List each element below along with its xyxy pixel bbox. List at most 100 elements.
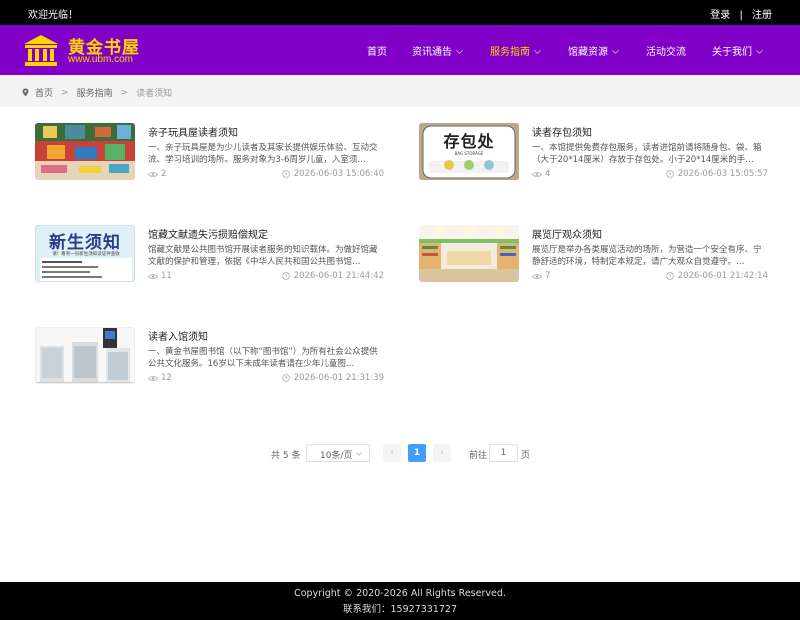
article-title[interactable]: 馆藏文献遗失污损赔偿规定	[148, 226, 268, 241]
publish-date: 2026-06-01 21:31:39	[281, 373, 384, 383]
nav-item-label: 活动交流	[646, 47, 686, 58]
nav-item-news[interactable]: 资讯通告	[412, 43, 464, 58]
view-count: 12	[148, 373, 172, 383]
goto-unit: 页	[521, 451, 531, 461]
eye-icon	[148, 273, 158, 279]
article-card[interactable]: 存包处 BAG STORAGE 读者存包须知 一、本馆提供免费存包服务，读者进馆…	[419, 123, 769, 185]
eye-icon	[532, 171, 542, 177]
breadcrumb: 首页 > 服务指南 > 读者须知	[22, 86, 172, 99]
auth-separator: |	[739, 10, 743, 21]
prev-page-button[interactable]: ‹	[383, 444, 401, 462]
eye-icon	[532, 273, 542, 279]
article-summary: 一、亲子玩具屋是为少儿读者及其家长提供娱乐体验、互动交流、学习培训的场所。服务对…	[148, 143, 378, 165]
next-page-button[interactable]: ›	[433, 444, 451, 462]
bag-storage-sign-text: 存包处	[443, 132, 495, 151]
site-url: www.ubm.com	[68, 54, 134, 65]
goto-page-input[interactable]: 1	[489, 444, 518, 462]
playroom-photo	[35, 123, 135, 180]
breadcrumb-bar: 首页 > 服务指南 > 读者须知	[0, 75, 800, 107]
site-logo[interactable]: 黄金书屋 www.ubm.com	[22, 32, 162, 70]
publish-date-value: 2026-06-01 21:44:42	[293, 271, 384, 281]
article-thumbnail[interactable]	[35, 327, 135, 384]
article-card[interactable]: 展览厅观众须知 展览厅是举办各类展览活动的场所，为营造一个安全有序、宁静舒适的环…	[419, 225, 769, 287]
nav-item-label: 关于我们	[712, 47, 752, 58]
publish-date: 2026-06-01 21:42:14	[665, 271, 768, 281]
nav-item-service-guide[interactable]: 服务指南	[490, 43, 542, 58]
view-count: 2	[148, 169, 166, 179]
login-link[interactable]: 登录	[710, 10, 730, 21]
publish-date-value: 2026-06-03 15:05:57	[677, 169, 768, 179]
location-pin-icon	[22, 88, 29, 97]
nav-item-collections[interactable]: 馆藏资源	[568, 43, 620, 58]
chevron-down-icon	[755, 46, 764, 55]
chevron-down-icon	[533, 46, 542, 55]
article-thumbnail[interactable]: 存包处 BAG STORAGE	[419, 123, 519, 180]
publish-date-value: 2026-06-01 21:31:39	[293, 373, 384, 383]
nav-item-about[interactable]: 关于我们	[712, 43, 764, 58]
page-size-value: 10条/页	[320, 451, 353, 461]
site-header: 黄金书屋 www.ubm.com 首页 资讯通告 服务指南 馆藏资源 活动交流 …	[0, 25, 800, 75]
top-bar: 欢迎光临！ 登录 | 注册	[0, 0, 800, 25]
page-number-button[interactable]: 1	[408, 444, 426, 462]
view-count: 11	[148, 271, 172, 281]
article-thumbnail[interactable]	[419, 225, 519, 282]
auth-links: 登录 | 注册	[710, 6, 772, 21]
pagination: 共 5 条 10条/页 ‹ 1 › 前往 1 页	[0, 444, 800, 464]
view-count: 7	[532, 271, 550, 281]
chevron-down-icon	[356, 450, 362, 456]
register-link[interactable]: 注册	[752, 10, 772, 21]
article-summary: 馆藏文献是公共图书馆开展读者服务的知识载体。为做好馆藏文献的保护和管理，依据《中…	[148, 245, 378, 267]
welcome-text: 欢迎光临！	[28, 10, 78, 21]
article-title[interactable]: 读者入馆须知	[148, 328, 208, 343]
nav-item-label: 馆藏资源	[568, 47, 608, 58]
nav-item-label: 服务指南	[490, 47, 530, 58]
breadcrumb-service-guide[interactable]: 服务指南	[77, 86, 113, 99]
eye-icon	[148, 375, 158, 381]
nav-item-home[interactable]: 首页	[367, 43, 387, 58]
article-title[interactable]: 展览厅观众须知	[532, 226, 602, 241]
publish-date-value: 2026-06-03 15:06:40	[293, 169, 384, 179]
nav-item-label: 资讯通告	[412, 47, 452, 58]
view-count-value: 2	[161, 169, 167, 179]
bag-storage-sign-subtext: BAG STORAGE	[454, 151, 484, 156]
article-title[interactable]: 读者存包须知	[532, 124, 592, 139]
view-count-value: 11	[161, 271, 172, 281]
view-count: 4	[532, 169, 550, 179]
publish-date: 2026-06-03 15:05:57	[665, 169, 768, 179]
article-card[interactable]: 读者入馆须知 一、黄金书屋图书馆（以下称“图书馆”）为所有社会公众提供公共文化服…	[35, 327, 385, 389]
publish-date: 2026-06-03 15:06:40	[281, 169, 384, 179]
publish-date-value: 2026-06-01 21:42:14	[677, 271, 768, 281]
breadcrumb-arrow: >	[120, 87, 129, 98]
nav-item-label: 首页	[367, 47, 387, 58]
chevron-down-icon	[455, 46, 464, 55]
entrance-gates-photo	[36, 328, 134, 383]
article-summary: 一、黄金书屋图书馆（以下称“图书馆”）为所有社会公众提供公共文化服务。16岁以下…	[148, 347, 378, 369]
article-summary: 展览厅是举办各类展览活动的场所，为营造一个安全有序、宁静舒适的环境，特制定本规定…	[532, 245, 762, 267]
article-card[interactable]: 新生须知 请！看有一份新生须知读证件查收 馆藏文献遗失污损赔偿规定 馆藏文献是公…	[35, 225, 385, 287]
article-thumbnail[interactable]	[35, 123, 135, 180]
new-student-notice	[40, 258, 132, 281]
page-size-select[interactable]: 10条/页	[306, 444, 370, 462]
view-count-value: 4	[545, 169, 551, 179]
nav-item-activities[interactable]: 活动交流	[646, 43, 686, 58]
total-count: 共 5 条	[271, 451, 301, 461]
eye-icon	[148, 171, 158, 177]
clock-icon	[281, 170, 290, 178]
article-summary: 一、本馆提供免费存包服务，读者进馆前请将随身包、袋、箱（大于20*14厘米）存放…	[532, 143, 762, 165]
chevron-down-icon	[611, 46, 620, 55]
clock-icon	[281, 374, 290, 382]
article-card[interactable]: 亲子玩具屋读者须知 一、亲子玩具屋是为少儿读者及其家长提供娱乐体验、互动交流、学…	[35, 123, 385, 185]
article-thumbnail[interactable]: 新生须知 请！看有一份新生须知读证件查收	[35, 225, 135, 282]
breadcrumb-current: 读者须知	[136, 89, 173, 99]
publish-date: 2026-06-01 21:44:42	[281, 271, 384, 281]
site-footer: Copyright © 2020-2026 All Rights Reserve…	[0, 582, 800, 620]
breadcrumb-arrow: >	[61, 87, 69, 98]
clock-icon	[665, 170, 674, 178]
view-count-value: 7	[545, 271, 551, 281]
copyright-text: Copyright © 2020-2026 All Rights Reserve…	[294, 588, 506, 599]
breadcrumb-home[interactable]: 首页	[35, 86, 53, 99]
article-title[interactable]: 亲子玩具屋读者须知	[148, 124, 238, 139]
library-building-icon	[24, 35, 58, 66]
clock-icon	[665, 272, 674, 280]
contact-text: 联系我们：15927331727	[343, 604, 457, 615]
